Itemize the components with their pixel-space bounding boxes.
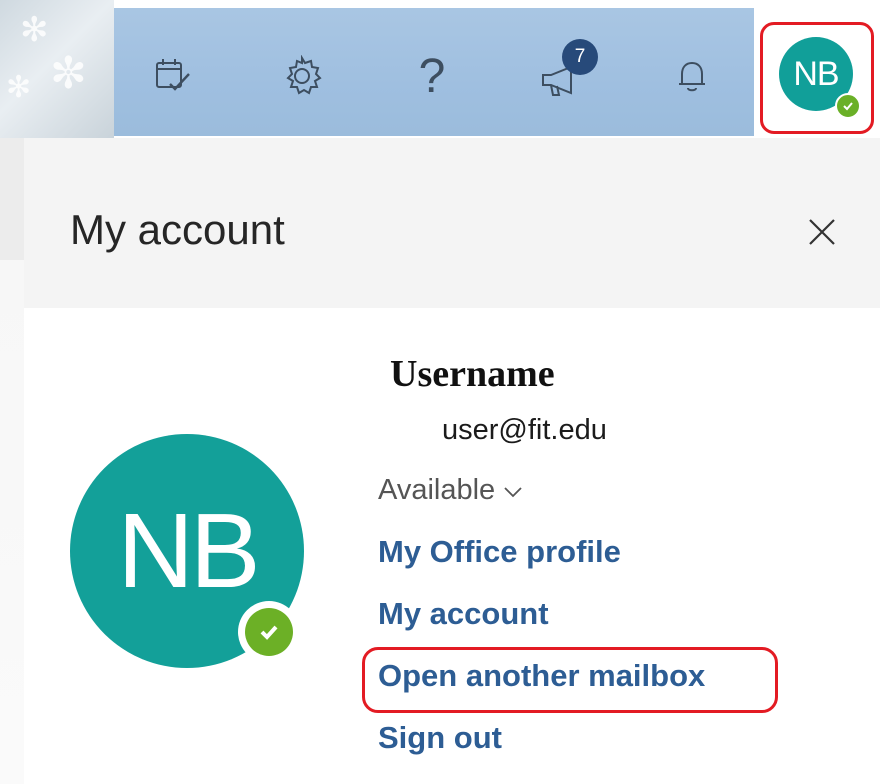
- snowflake-icon: ✻: [6, 71, 32, 104]
- background-decoration: ✻ ✼ ✻: [0, 0, 114, 138]
- close-icon: [809, 219, 835, 245]
- user-email: user@fit.edu: [442, 414, 607, 446]
- bell-icon[interactable]: [664, 48, 720, 104]
- presence-label: Available: [378, 474, 496, 506]
- top-toolbar: ? 7: [114, 8, 754, 136]
- megaphone-icon[interactable]: 7: [534, 39, 598, 104]
- avatar-initials: NB: [793, 54, 839, 93]
- snowflake-icon: ✻: [20, 11, 49, 49]
- account-avatar-button[interactable]: NB: [760, 22, 874, 134]
- profile-initials: NB: [117, 491, 260, 610]
- panel-title: My account: [70, 206, 285, 253]
- gear-icon[interactable]: [274, 48, 330, 104]
- username: Username: [390, 353, 555, 395]
- status-available-icon: [835, 93, 861, 119]
- notification-badge: 7: [562, 39, 598, 75]
- account-panel-header: My account: [24, 138, 880, 308]
- my-office-profile-link[interactable]: My Office profile: [378, 534, 621, 570]
- highlight-annotation: [362, 647, 778, 713]
- chevron-down-icon: [503, 474, 523, 507]
- status-available-icon: [238, 601, 300, 663]
- close-button[interactable]: [802, 212, 842, 252]
- presence-dropdown[interactable]: Available: [378, 474, 523, 507]
- my-account-link[interactable]: My account: [378, 596, 549, 632]
- sign-out-link[interactable]: Sign out: [378, 720, 502, 756]
- help-glyph: ?: [418, 49, 446, 103]
- background-strip: [0, 138, 24, 784]
- help-icon[interactable]: ?: [404, 48, 460, 104]
- calendar-check-icon[interactable]: [144, 48, 200, 104]
- snowflake-icon: ✼: [50, 49, 87, 98]
